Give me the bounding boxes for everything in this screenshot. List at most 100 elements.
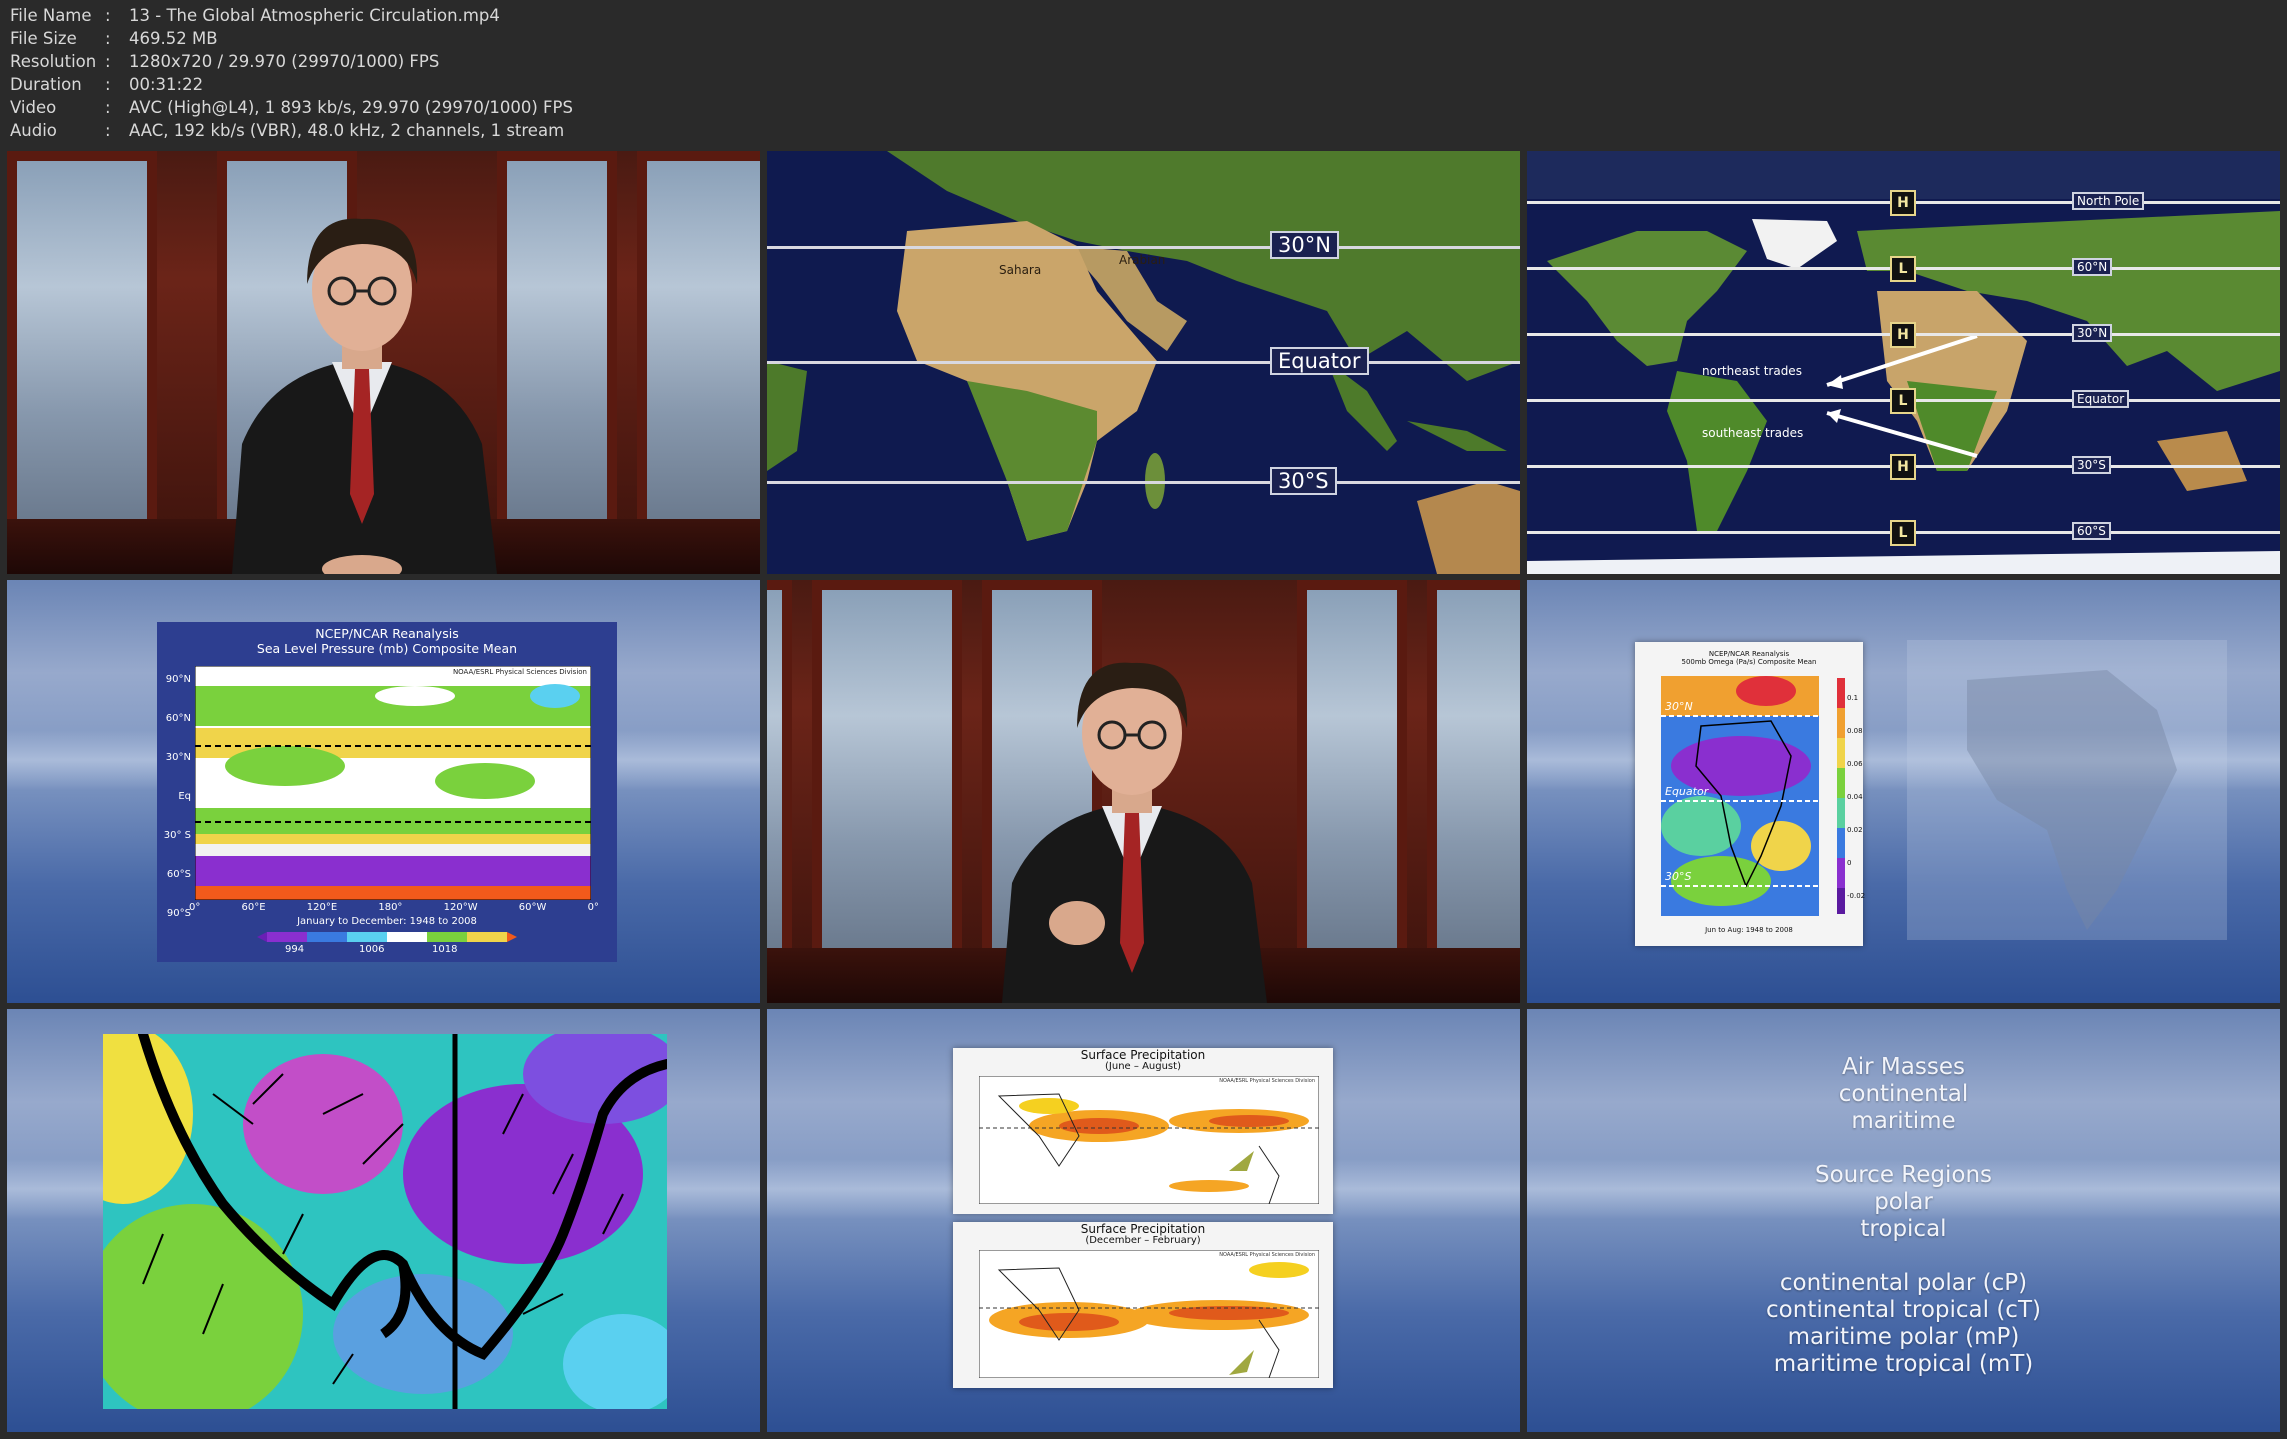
slide-line: Source Regions bbox=[1814, 1162, 1993, 1188]
label-north-pole: North Pole bbox=[2072, 192, 2145, 210]
label-equator: Equator bbox=[1665, 785, 1709, 798]
scale-label: -0.02 bbox=[1847, 892, 1866, 900]
file-info-row: Video: AVC (High@L4), 1 893 kb/s, 29.970 … bbox=[10, 96, 573, 119]
thumbnail-presenter-2[interactable] bbox=[767, 580, 1520, 1003]
lat-ticks: 90°N 60°N 30°N Eq 30° S 60°S 90°S bbox=[159, 660, 191, 933]
lon-tick: 60°W bbox=[518, 902, 547, 913]
slide-line: continental tropical (cT) bbox=[1766, 1297, 2041, 1323]
label-30n: 30°N bbox=[1270, 231, 1339, 259]
chart-period: January to December: 1948 to 2008 bbox=[297, 916, 477, 927]
scale-label: 994 bbox=[285, 944, 305, 955]
slide-line: polar bbox=[1874, 1189, 1933, 1215]
lon-tick: 0° bbox=[587, 902, 599, 913]
lon-tick: 0° bbox=[189, 902, 201, 913]
lat-tick: 90°S bbox=[166, 908, 191, 919]
thumbnail-air-masses-slide[interactable]: Air Masses continental maritime Source R… bbox=[1527, 1009, 2280, 1432]
scale-label: 0.04 bbox=[1847, 793, 1863, 801]
chart-source: NOAA/ESRL Physical Sciences Division bbox=[1219, 1078, 1315, 1084]
omega-color-scale bbox=[1837, 678, 1845, 914]
pressure-mark-6: L bbox=[1890, 520, 1916, 546]
file-info-row: File Name:13 - The Global Atmospheric Ci… bbox=[10, 4, 573, 27]
lat-tick: 60°S bbox=[166, 869, 191, 880]
lat-tick: 60°N bbox=[165, 713, 191, 724]
pressure-mark-3: H bbox=[1890, 322, 1916, 348]
chart-subtitle: Sea Level Pressure (mb) Composite Mean bbox=[256, 641, 518, 656]
wind-vector-map bbox=[103, 1034, 667, 1409]
file-info-key: Resolution bbox=[10, 52, 97, 71]
label-southeast-trades: southeast trades bbox=[1702, 426, 1804, 440]
label-30s: 30°S bbox=[1270, 467, 1337, 495]
label-arabian: Arabian bbox=[1119, 253, 1166, 267]
file-info-separator: : bbox=[105, 6, 111, 25]
file-info-separator: : bbox=[105, 75, 111, 94]
precip-card-djf: Surface Precipitation (December – Februa… bbox=[953, 1222, 1333, 1388]
file-info-value: 1280x720 / 29.970 (29970/1000) FPS bbox=[129, 52, 440, 71]
thumbnail-surface-precipitation[interactable]: Surface Precipitation (June – August) NO… bbox=[767, 1009, 1520, 1432]
slp-map bbox=[195, 666, 591, 900]
file-info-row: Resolution:1280x720 / 29.970 (29970/1000… bbox=[10, 50, 573, 73]
lon-tick: 120°W bbox=[443, 902, 478, 913]
color-scale bbox=[257, 932, 517, 942]
chart-source: NOAA/ESRL Physical Sciences Division bbox=[452, 668, 587, 676]
lat-tick: 90°N bbox=[165, 674, 191, 685]
file-info-key: Video bbox=[10, 98, 57, 117]
chart-title: Surface Precipitation bbox=[1080, 1048, 1206, 1062]
label-30n: 30°N bbox=[1665, 700, 1693, 713]
file-info-separator: : bbox=[105, 29, 111, 48]
thumbnail-presenter-1[interactable] bbox=[7, 151, 760, 574]
chart-period: Jun to Aug: 1948 to 2008 bbox=[1705, 926, 1793, 934]
thumbnail-sea-level-pressure-chart[interactable]: NCEP/NCAR Reanalysis Sea Level Pressure … bbox=[7, 580, 760, 1003]
precip-card-jja: Surface Precipitation (June – August) NO… bbox=[953, 1048, 1333, 1214]
file-info-key: File Size bbox=[10, 29, 77, 48]
thumbnail-wind-vector-map[interactable] bbox=[7, 1009, 760, 1432]
scale-label: 1006 bbox=[359, 944, 385, 955]
file-info-row: File Size:469.52 MB bbox=[10, 27, 573, 50]
pressure-mark-1: H bbox=[1890, 190, 1916, 216]
lat-tick: 30°N bbox=[165, 752, 191, 763]
thumbnail-pressure-belts-map[interactable]: H L H L H L North Pole 60°N 30°N Equator… bbox=[1527, 151, 2280, 574]
scale-label: 0 bbox=[1847, 859, 1852, 867]
scale-label: 0.1 bbox=[1847, 694, 1859, 702]
slide-line: maritime polar (mP) bbox=[1787, 1324, 2020, 1350]
scale-label: 1018 bbox=[432, 944, 458, 955]
slide-line: continental bbox=[1838, 1081, 1969, 1107]
pressure-mark-5: H bbox=[1890, 454, 1916, 480]
file-info-value: 13 - The Global Atmospheric Circulation.… bbox=[129, 6, 500, 25]
file-info-separator: : bbox=[105, 98, 111, 117]
africa-silhouette bbox=[1907, 640, 2227, 940]
label-equator: Equator bbox=[1270, 347, 1369, 375]
lon-tick: 120°E bbox=[306, 902, 338, 913]
slide-line: tropical bbox=[1860, 1216, 1947, 1242]
file-info-value: 00:31:22 bbox=[129, 75, 204, 94]
file-info-value: AAC, 192 kb/s (VBR), 48.0 kHz, 2 channel… bbox=[129, 121, 565, 140]
scale-label: 0.06 bbox=[1847, 760, 1863, 768]
thumbnail-world-map-latitudes[interactable]: 30°N Equator 30°S Sahara Arabian bbox=[767, 151, 1520, 574]
chart-subtitle: 500mb Omega (Pa/s) Composite Mean bbox=[1681, 658, 1817, 666]
scale-label: 0.08 bbox=[1847, 727, 1863, 735]
label-northeast-trades: northeast trades bbox=[1702, 364, 1802, 378]
label-60n: 60°N bbox=[2072, 258, 2113, 276]
file-info-value: 469.52 MB bbox=[129, 29, 218, 48]
label-60s: 60°S bbox=[2072, 522, 2111, 540]
file-info-key: File Name bbox=[10, 6, 92, 25]
pressure-mark-4: L bbox=[1890, 388, 1916, 414]
label-30s: 30°S bbox=[2072, 456, 2111, 474]
label-equator: Equator bbox=[2072, 390, 2130, 408]
thumbnail-omega-chart[interactable]: NCEP/NCAR Reanalysis 500mb Omega (Pa/s) … bbox=[1527, 580, 2280, 1003]
scale-label: 0.02 bbox=[1847, 826, 1863, 834]
pressure-mark-2: L bbox=[1890, 256, 1916, 282]
file-info-value: AVC (High@L4), 1 893 kb/s, 29.970 (29970… bbox=[129, 98, 573, 117]
file-info-separator: : bbox=[105, 121, 111, 140]
file-info-row: Audio: AAC, 192 kb/s (VBR), 48.0 kHz, 2 c… bbox=[10, 119, 573, 142]
presenter-figure bbox=[1002, 662, 1267, 1003]
file-info-panel: File Name:13 - The Global Atmospheric Ci… bbox=[10, 4, 573, 142]
omega-scale-labels: 0.1 0.08 0.06 0.04 0.02 0 -0.02 bbox=[1847, 682, 1865, 913]
lat-tick: 30° S bbox=[163, 830, 191, 841]
slide-line: continental polar (cP) bbox=[1779, 1270, 2028, 1296]
omega-chart-card: NCEP/NCAR Reanalysis 500mb Omega (Pa/s) … bbox=[1635, 642, 1865, 946]
precip-map-jja bbox=[979, 1076, 1319, 1204]
slide-line: Air Masses bbox=[1842, 1054, 1965, 1080]
file-info-key: Duration bbox=[10, 75, 82, 94]
file-info-row: Duration:00:31:22 bbox=[10, 73, 573, 96]
air-masses-text: Air Masses continental maritime Source R… bbox=[1527, 1054, 2280, 1378]
